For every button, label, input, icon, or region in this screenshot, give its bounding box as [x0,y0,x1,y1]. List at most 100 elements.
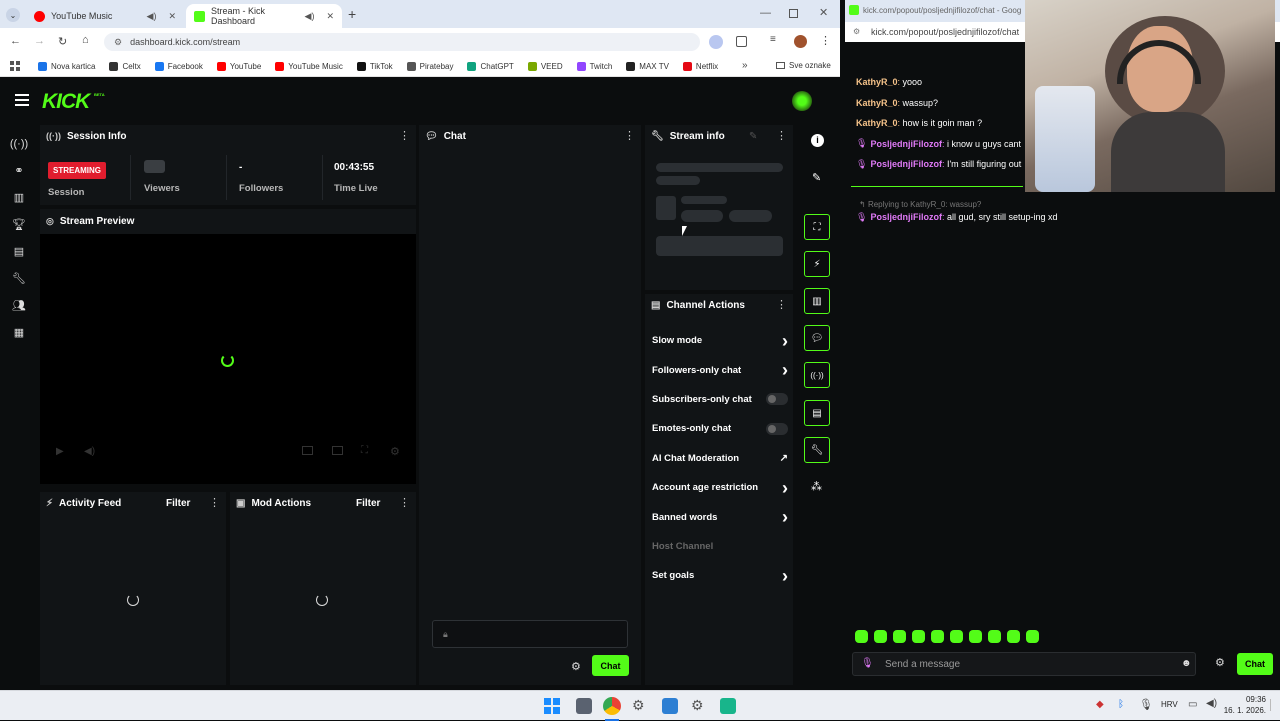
emote-icon[interactable] [931,630,944,643]
wrench-icon[interactable]: 🔧︎ [804,437,830,463]
apps-grid-icon[interactable] [10,61,20,71]
channel-action-item[interactable]: Host Channel [652,532,788,561]
popout-message-input[interactable]: 🎙︎ Send a message ☻ [852,652,1196,676]
minimize-button[interactable]: — [760,7,771,19]
mod-menu-icon[interactable]: ⋮ [399,498,410,509]
volume-icon[interactable]: ◀) [1206,698,1217,709]
chat-bubble-icon[interactable]: 💬︎ [804,325,830,351]
document-icon[interactable]: ▥ [804,288,830,314]
layout-icon[interactable]: ▤ [804,400,830,426]
bookmark-item[interactable]: Piratebay [406,61,453,71]
toggle-switch[interactable] [766,393,788,406]
bookmark-item[interactable]: ChatGPT [467,61,514,71]
mod-filter-button[interactable]: Filter [356,498,380,509]
tray-app-icon[interactable]: ◆ [1096,699,1104,710]
stream-info-menu-icon[interactable]: ⋮ [776,131,787,142]
session-info-menu-icon[interactable]: ⋮ [399,131,410,142]
photos-icon[interactable] [662,698,678,714]
pencil-icon[interactable]: ✎ [812,171,821,184]
chat-username[interactable]: KathyR_0 [856,118,898,128]
chat-username[interactable]: PosljednjiFilozof [870,159,942,169]
emote-icon[interactable] [1007,630,1020,643]
emote-icon[interactable] [969,630,982,643]
address-bar[interactable]: ⚙ dashboard.kick.com/stream [104,33,700,51]
channel-action-item[interactable]: Set goals › [652,561,788,590]
media-controls-icon[interactable]: ≡ [770,34,776,45]
bookmark-item[interactable]: TikTok [356,61,393,71]
language-indicator[interactable]: HRV [1161,700,1178,709]
pip-icon[interactable] [302,446,313,455]
bookmark-item[interactable]: Facebook [154,61,203,71]
channel-action-item[interactable]: Subscribers-only chat [652,385,788,414]
emoji-icon[interactable]: ☻ [1181,658,1192,669]
close-tab-icon[interactable]: ✕ [168,11,176,22]
profile-avatar[interactable] [794,35,807,48]
clock[interactable]: 09:36 16. 1. 2026. [1222,694,1266,716]
hamburger-menu-icon[interactable] [15,94,29,106]
site-info-icon[interactable]: ⚙ [114,37,122,48]
broadcast-icon[interactable]: ((·)) [804,362,830,388]
user-avatar[interactable] [792,91,812,111]
show-desktop-button[interactable] [1270,699,1277,711]
emote-icon[interactable] [893,630,906,643]
close-tab-icon[interactable]: ✕ [326,11,334,22]
popout-settings-icon[interactable]: ⚙ [1215,656,1225,669]
chevron-right-icon[interactable]: › [782,567,788,585]
more-apps-icon[interactable]: ⁂ [811,480,822,493]
theater-icon[interactable] [332,446,343,455]
nav-trophy-icon[interactable]: 🏆︎ [8,211,30,238]
nav-link-icon[interactable]: ⚭ [8,157,30,184]
tab-search-button[interactable]: ⌄ [6,8,20,22]
chevron-right-icon[interactable]: › [782,508,788,526]
emote-icon[interactable] [988,630,1001,643]
chat-username[interactable]: PosljednjiFilozof [870,139,942,149]
channel-action-item[interactable]: Followers-only chat › [652,355,788,384]
channel-action-item[interactable]: Slow mode › [652,326,788,355]
stream-preview-player[interactable]: ▶ ◀) ⛶ ⚙ [40,234,416,484]
kick-logo[interactable]: KICK [42,90,90,114]
clip-capture-icon[interactable]: ⛶ [804,214,830,240]
start-button[interactable] [544,698,560,714]
tab-kick-dashboard[interactable]: Stream - Kick Dashboard ◀) ✕ [186,4,342,28]
bluetooth-icon[interactable]: ᛒ [1118,699,1124,710]
channel-action-item[interactable]: Banned words › [652,502,788,531]
file-explorer-icon[interactable] [576,698,592,714]
settings-icon[interactable]: ⚙ [632,697,645,714]
chat-username[interactable]: KathyR_0 [856,77,898,87]
nav-wrench-icon[interactable]: 🔧︎ [8,265,30,292]
channel-action-item[interactable]: Emotes-only chat [652,414,788,443]
channel-actions-menu-icon[interactable]: ⋮ [776,300,787,311]
info-icon[interactable]: i [811,134,824,147]
bookmark-item[interactable]: Nova kartica [38,61,95,71]
nav-stream-icon[interactable]: ((·)) [8,130,30,157]
bookmark-item[interactable]: VEED [527,61,563,71]
app-icon[interactable] [720,698,736,714]
toggle-switch[interactable] [766,422,788,435]
chat-settings-icon[interactable]: ⚙ [571,660,581,673]
emote-icon[interactable] [950,630,963,643]
speaker-icon[interactable]: ◀) [147,11,157,22]
lightning-icon[interactable]: ⚡︎ [804,251,830,277]
network-icon[interactable]: ▭ [1188,699,1197,710]
browser-menu-icon[interactable]: ⋮ [820,34,831,47]
extension-icon[interactable] [709,35,723,49]
home-button[interactable]: ⌂ [82,34,89,46]
new-tab-button[interactable]: + [348,6,356,22]
chat-menu-icon[interactable]: ⋮ [624,131,635,142]
bookmark-item[interactable]: Celtx [109,61,141,71]
nav-chart-icon[interactable]: ▦ [8,319,30,346]
channel-action-item[interactable]: AI Chat Moderation ↗ [652,444,788,473]
volume-icon[interactable]: ◀) [84,446,95,457]
back-button[interactable]: ← [10,35,21,47]
nav-analytics-icon[interactable]: ▥ [8,184,30,211]
activity-menu-icon[interactable]: ⋮ [209,498,220,509]
bookmark-item[interactable]: Netflix [682,61,718,71]
play-icon[interactable]: ▶ [56,446,64,457]
speaker-icon[interactable]: ◀) [305,11,315,22]
forward-button[interactable]: → [34,35,45,47]
emote-icon[interactable] [855,630,868,643]
nav-content-icon[interactable]: ▤ [8,238,30,265]
reload-button[interactable]: ↻ [58,35,67,48]
chat-username[interactable]: PosljednjiFilozof [870,212,942,222]
popout-chat-button[interactable]: Chat [1237,653,1273,675]
